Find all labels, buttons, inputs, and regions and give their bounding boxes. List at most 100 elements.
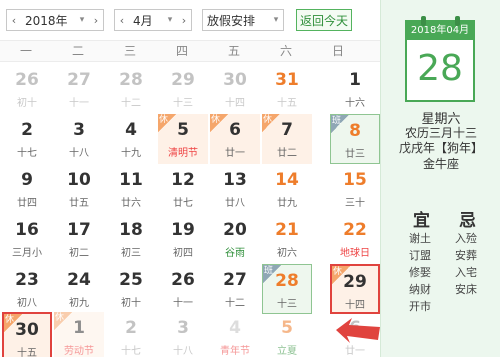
calendar-day-cell[interactable]: 27 十二 xyxy=(210,264,260,314)
calendar-day-cell[interactable]: 18 初三 xyxy=(106,214,156,264)
day-number: 12 xyxy=(171,170,195,190)
calendar-day-cell[interactable]: 25 初十 xyxy=(106,264,156,314)
weekday-header: 一 二 三 四 五 六 日 xyxy=(0,40,380,62)
lunar-label: 廿九 xyxy=(277,198,297,209)
lunar-label: 青年节 xyxy=(220,346,250,357)
lunar-label: 廿四 xyxy=(17,198,37,209)
day-number: 27 xyxy=(223,270,247,290)
calendar-day-cell[interactable]: 16 三月小 xyxy=(2,214,52,264)
ji-list: 入殓 安葬 入宅 安床 xyxy=(455,230,477,298)
yi-item: 谢土 xyxy=(409,232,431,245)
month-select[interactable]: ‹ 4月 ▾ › xyxy=(114,9,192,31)
calendar-grid: 26 初十 27 十一 28 十二 29 十三 30 十四 31 十五 1 十六 2 十七 3 十八 4 十九休 5 清明… xyxy=(0,62,380,357)
calendar-day-cell[interactable]: 6 廿一 xyxy=(330,312,380,357)
day-number: 3 xyxy=(177,318,189,338)
card-day: 28 xyxy=(417,48,463,89)
calendar-day-cell[interactable]: 19 初四 xyxy=(158,214,208,264)
weekday-sat: 六 xyxy=(279,44,292,58)
calendar-day-cell[interactable]: 2 十七 xyxy=(106,312,156,357)
calendar-day-cell[interactable]: 4 十九 xyxy=(106,114,156,164)
calendar-day-cell[interactable]: 休 6 廿一 xyxy=(210,114,260,164)
lunar-label: 十三 xyxy=(173,98,193,109)
calendar-day-cell[interactable]: 12 廿七 xyxy=(158,164,208,214)
lunar-label: 十七 xyxy=(17,148,37,159)
calendar-day-cell[interactable]: 1 十六 xyxy=(330,64,380,114)
daily-calendar-card: 2018年04月 28 xyxy=(405,16,475,102)
day-number: 6 xyxy=(229,120,241,140)
lunar-label: 三月小 xyxy=(12,248,42,259)
calendar-widget: ‹ 2018年 ▾ › ‹ 4月 ▾ › 放假安排 ▾ 返回今天 一 二 三 四… xyxy=(0,0,500,357)
calendar-day-cell[interactable]: 班 8 廿三 xyxy=(330,114,380,164)
ji-item: 入宅 xyxy=(455,266,477,279)
lunar-label: 十二 xyxy=(121,98,141,109)
day-number: 23 xyxy=(15,270,39,290)
calendar-day-cell[interactable]: 26 十一 xyxy=(158,264,208,314)
calendar-day-cell[interactable]: 班 28 十三 xyxy=(262,264,312,314)
calendar-day-cell[interactable]: 3 十八 xyxy=(54,114,104,164)
calendar-day-cell[interactable]: 10 廿五 xyxy=(54,164,104,214)
calendar-day-cell[interactable]: 14 廿九 xyxy=(262,164,312,214)
calendar-day-cell[interactable]: 9 廿四 xyxy=(2,164,52,214)
day-number: 7 xyxy=(281,120,293,140)
calendar-day-cell[interactable]: 休 7 廿二 xyxy=(262,114,312,164)
calendar-day-cell[interactable]: 28 十二 xyxy=(106,64,156,114)
next-year-icon[interactable]: › xyxy=(89,14,103,27)
date-detail-panel: 2018年04月 28 星期六 农历三月十三 戊戌年【狗年】 金牛座 宜 忌 谢… xyxy=(380,0,500,357)
calendar-day-cell[interactable]: 休 1 劳动节 xyxy=(54,312,104,357)
calendar-day-cell[interactable]: 26 初十 xyxy=(2,64,52,114)
chevron-down-icon: ▾ xyxy=(273,15,279,25)
lunar-label: 十八 xyxy=(173,346,193,357)
calendar-day-cell[interactable]: 2 十七 xyxy=(2,114,52,164)
ji-item: 安葬 xyxy=(455,249,477,262)
ji-item: 安床 xyxy=(455,283,477,296)
calendar-day-cell[interactable]: 3 十八 xyxy=(158,312,208,357)
calendar-day-cell[interactable]: 4 青年节 xyxy=(210,312,260,357)
calendar-day-cell[interactable]: 21 初六 xyxy=(262,214,312,264)
calendar-day-cell[interactable]: 休 30 十五 xyxy=(2,312,52,357)
calendar-day-cell[interactable]: 30 十四 xyxy=(210,64,260,114)
lunar-label: 初二 xyxy=(69,248,89,259)
day-number: 3 xyxy=(73,120,85,140)
calendar-day-cell[interactable]: 23 初八 xyxy=(2,264,52,314)
prev-month-icon[interactable]: ‹ xyxy=(115,14,129,27)
lunar-label: 初十 xyxy=(17,98,37,109)
calendar-day-cell[interactable]: 20 谷雨 xyxy=(210,214,260,264)
lunar-label: 清明节 xyxy=(168,148,198,159)
lunar-label: 初六 xyxy=(277,248,297,259)
calendar-day-cell[interactable]: 29 十三 xyxy=(158,64,208,114)
prev-year-icon[interactable]: ‹ xyxy=(7,14,21,27)
yi-item: 修娶 xyxy=(409,266,431,279)
day-number: 4 xyxy=(229,318,241,338)
calendar-day-cell[interactable]: 15 三十 xyxy=(330,164,380,214)
day-number: 1 xyxy=(349,70,361,90)
next-month-icon[interactable]: › xyxy=(177,14,191,27)
weekday-tue: 二 xyxy=(71,44,84,58)
day-number: 31 xyxy=(275,70,299,90)
year-select[interactable]: ‹ 2018年 ▾ › xyxy=(6,9,104,31)
lunar-label: 三十 xyxy=(345,198,365,209)
calendar-day-cell[interactable]: 31 十五 xyxy=(262,64,312,114)
calendar-day-cell[interactable]: 22 地球日 xyxy=(330,214,380,264)
day-number: 28 xyxy=(119,70,143,90)
calendar-day-cell[interactable]: 17 初二 xyxy=(54,214,104,264)
calendar-day-cell[interactable]: 休 5 清明节 xyxy=(158,114,208,164)
holiday-select[interactable]: 放假安排 ▾ xyxy=(202,9,284,31)
calendar-day-cell[interactable]: 24 初九 xyxy=(54,264,104,314)
yi-list: 谢土 订盟 修娶 纳财 开市 xyxy=(409,230,431,315)
detail-zodiac: 金牛座 xyxy=(422,157,459,171)
lunar-label: 廿一 xyxy=(345,346,365,357)
calendar-day-cell[interactable]: 休 29 十四 xyxy=(330,264,380,314)
calendar-day-cell[interactable]: 27 十一 xyxy=(54,64,104,114)
calendar-day-cell[interactable]: 13 廿八 xyxy=(210,164,260,214)
lunar-label: 初九 xyxy=(69,298,89,309)
lunar-label: 廿六 xyxy=(121,198,141,209)
day-number: 17 xyxy=(67,220,91,240)
back-to-today-button[interactable]: 返回今天 xyxy=(296,9,352,31)
lunar-label: 廿八 xyxy=(225,198,245,209)
ji-item: 入殓 xyxy=(455,232,477,245)
calendar-day-cell[interactable]: 5 立夏 xyxy=(262,312,312,357)
lunar-label: 十六 xyxy=(345,98,365,109)
day-number: 2 xyxy=(125,318,137,338)
calendar-day-cell[interactable]: 11 廿六 xyxy=(106,164,156,214)
yi-item: 开市 xyxy=(409,300,431,313)
